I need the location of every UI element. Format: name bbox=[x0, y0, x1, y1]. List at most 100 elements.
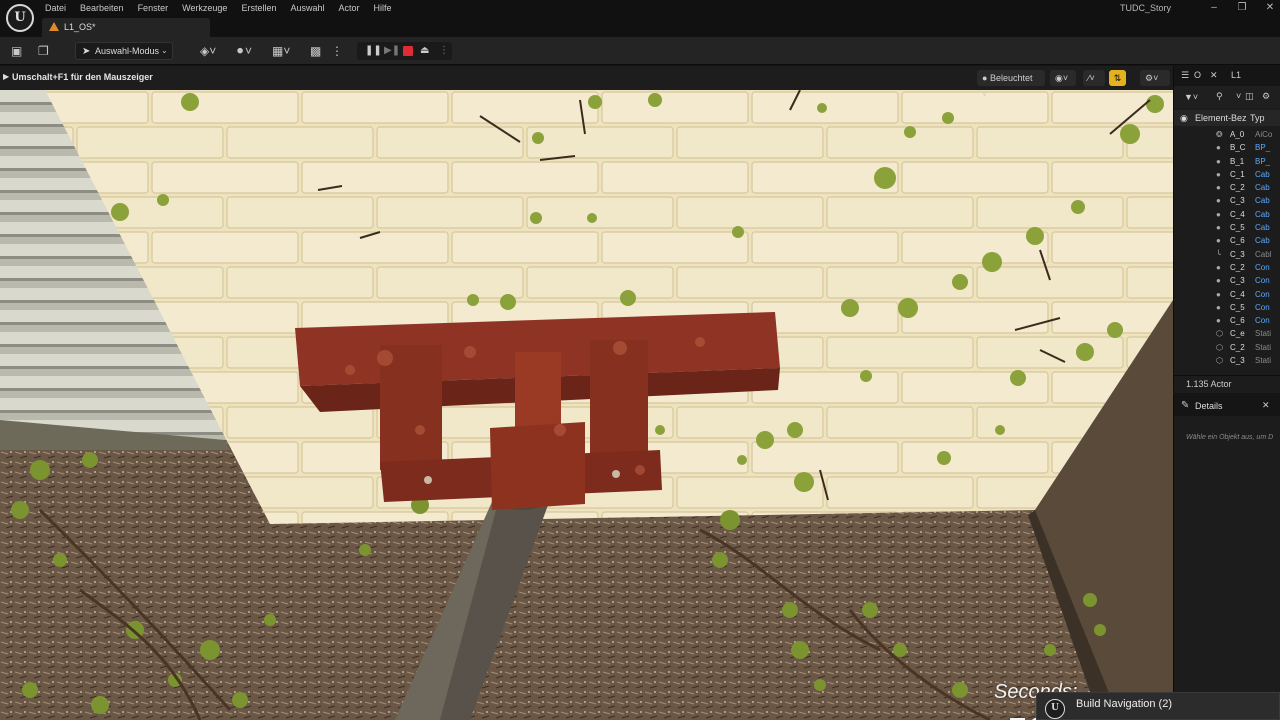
outliner-row-type[interactable]: Cab bbox=[1255, 168, 1270, 181]
unreal-logo-icon[interactable]: U bbox=[6, 4, 34, 32]
tab-outliner[interactable]: O bbox=[1194, 70, 1201, 80]
outliner-row-type[interactable]: Con bbox=[1255, 288, 1270, 301]
play-options-icon[interactable]: ⋮ bbox=[439, 45, 449, 57]
lighting-mode-button[interactable]: ● Beleuchtet ˅ bbox=[977, 70, 1045, 99]
outliner-row-type[interactable]: Cab bbox=[1255, 221, 1270, 234]
outliner-row[interactable]: ● C_2 Con bbox=[1174, 261, 1280, 274]
tab-level[interactable]: L1_OS* bbox=[42, 18, 210, 37]
outliner-row[interactable]: ● C_3 Cab bbox=[1174, 194, 1280, 207]
gear-icon: ⚙˅ bbox=[1145, 73, 1159, 83]
sphere-icon: ● bbox=[1216, 143, 1221, 153]
outliner-row-name: A_0 bbox=[1230, 130, 1245, 139]
outliner-row[interactable]: ● C_6 Cab bbox=[1174, 234, 1280, 247]
close-icon[interactable]: ✕ bbox=[1210, 70, 1218, 81]
outliner-list: ❂ A_0 AiCo ● B_C BP_ ● B_1 BP_ ● C_1 Cab ● C_2 Cab ● C_3… bbox=[1174, 128, 1280, 367]
outliner-row[interactable]: ● C_5 Cab bbox=[1174, 221, 1280, 234]
content-browser-icon[interactable]: ❐ bbox=[38, 44, 49, 58]
outliner-row[interactable]: ╰ C_3 Cabl bbox=[1174, 248, 1280, 261]
outliner-row[interactable]: ● C_1 Cab bbox=[1174, 168, 1280, 181]
outliner-row-type[interactable]: BP_ bbox=[1255, 141, 1270, 154]
save-icon[interactable]: ▣ bbox=[11, 44, 22, 58]
column-type-header[interactable]: Typ bbox=[1250, 113, 1265, 123]
pause-icon[interactable]: ❚❚ bbox=[365, 45, 382, 57]
snap-icon: ⇅ bbox=[1113, 73, 1122, 83]
transform-tools-button[interactable]: ∕˅ bbox=[1083, 70, 1105, 86]
mode-dropdown-label: Auswahl-Modus bbox=[95, 46, 160, 56]
outliner-row[interactable]: ● C_3 Con bbox=[1174, 274, 1280, 287]
outliner-tab-icon[interactable]: ☰ bbox=[1181, 70, 1189, 81]
outliner-row-type[interactable]: Cab bbox=[1255, 194, 1270, 207]
maximize-button[interactable]: ❐ bbox=[1228, 0, 1256, 17]
outliner-row[interactable]: ⬡ C_e Stati bbox=[1174, 327, 1280, 340]
search-icon[interactable]: ⚲ bbox=[1216, 91, 1223, 102]
outliner-row-name: C_4 bbox=[1230, 209, 1245, 219]
cinematics-icon[interactable]: ▦˅ bbox=[272, 44, 290, 58]
outliner-row-type: AiCo bbox=[1255, 130, 1273, 139]
outliner-row[interactable]: ● C_5 Con bbox=[1174, 301, 1280, 314]
outliner-row[interactable]: ⬡ C_3 Stati bbox=[1174, 354, 1280, 367]
close-window-button[interactable]: ✕ bbox=[1256, 0, 1280, 17]
menu-werkzeuge[interactable]: Werkzeuge bbox=[182, 2, 233, 14]
outliner-row[interactable]: ⬡ C_2 Stati bbox=[1174, 341, 1280, 354]
main-menu: Datei Bearbeiten Fenster Werkzeuge Erstellen… bbox=[45, 2, 406, 14]
sphere-icon: ● bbox=[1216, 183, 1221, 193]
outliner-row-type[interactable]: Con bbox=[1255, 314, 1270, 327]
lit-sphere-icon: ● bbox=[982, 73, 988, 83]
outliner-row[interactable]: ● C_4 Con bbox=[1174, 288, 1280, 301]
outliner-row-type[interactable]: Cab bbox=[1255, 234, 1270, 247]
menu-actor[interactable]: Actor bbox=[338, 2, 365, 14]
outliner-row[interactable]: ● B_C BP_ bbox=[1174, 141, 1280, 154]
viewport-settings-button[interactable]: ⚙˅ bbox=[1140, 70, 1170, 86]
eject-icon[interactable]: ⏏ bbox=[420, 45, 429, 57]
outliner-row-name: C_2 bbox=[1230, 262, 1245, 272]
add-content-icon[interactable]: ◈˅ bbox=[200, 44, 216, 58]
outliner-row-type[interactable]: Cab bbox=[1255, 208, 1270, 221]
menu-bearbeiten[interactable]: Bearbeiten bbox=[80, 2, 130, 14]
gear-icon[interactable]: ⚙ bbox=[1262, 91, 1270, 102]
outliner-row-type[interactable]: Con bbox=[1255, 261, 1270, 274]
viewport-hint: Umschalt+F1 für den Mauszeiger bbox=[12, 72, 153, 82]
outliner-row-type[interactable]: Cab bbox=[1255, 181, 1270, 194]
details-tab[interactable]: ✎ Details ✕ bbox=[1174, 396, 1280, 416]
column-name-header[interactable]: Element-Bez bbox=[1195, 113, 1247, 123]
sphere-icon: ● bbox=[1216, 223, 1221, 233]
close-icon[interactable]: ✕ bbox=[1262, 400, 1270, 411]
more-options-icon[interactable]: ⋮ bbox=[331, 44, 343, 58]
step-icon[interactable]: ▶❚ bbox=[384, 45, 400, 57]
outliner-row-type[interactable]: Con bbox=[1255, 274, 1270, 287]
level-viewport[interactable]: ▶ Umschalt+F1 für den Mauszeiger ● Beleu… bbox=[0, 66, 1173, 720]
menu-datei[interactable]: Datei bbox=[45, 2, 72, 14]
build-icon[interactable]: ▩ bbox=[310, 44, 321, 58]
build-navigation-notification[interactable]: U Build Navigation (2) bbox=[1036, 692, 1280, 720]
show-flags-button[interactable]: ◉˅ bbox=[1050, 70, 1076, 86]
brush-icon: ∕˅ bbox=[1088, 73, 1095, 83]
tab-levels[interactable]: L1 bbox=[1231, 70, 1241, 80]
menu-fenster[interactable]: Fenster bbox=[138, 2, 175, 14]
visibility-eye-icon[interactable]: ◉ bbox=[1180, 113, 1188, 124]
stop-icon[interactable] bbox=[403, 46, 413, 56]
outliner-row[interactable]: ❂ A_0 AiCo bbox=[1174, 128, 1280, 141]
outliner-row-type[interactable]: BP_ bbox=[1255, 155, 1270, 168]
minimize-button[interactable]: – bbox=[1200, 0, 1228, 17]
blueprint-icon[interactable]: ⚫˅ bbox=[235, 44, 252, 58]
chevron-down-icon[interactable]: ˅ bbox=[1236, 91, 1241, 101]
outliner-row[interactable]: ● C_6 Con bbox=[1174, 314, 1280, 327]
viewport-toolbar: ▶ Umschalt+F1 für den Mauszeiger ● Beleu… bbox=[0, 66, 1173, 99]
menu-hilfe[interactable]: Hilfe bbox=[374, 2, 398, 14]
mode-dropdown[interactable]: ➤ Auswahl-Modus ⌄ bbox=[75, 42, 173, 60]
outliner-row[interactable]: ● B_1 BP_ bbox=[1174, 155, 1280, 168]
menu-auswahl[interactable]: Auswahl bbox=[290, 2, 330, 14]
outliner-row[interactable]: ● C_2 Cab bbox=[1174, 181, 1280, 194]
filter-icon[interactable]: ▼˅ bbox=[1184, 92, 1198, 102]
main-toolbar: ▣ ❐ ➤ Auswahl-Modus ⌄ ◈˅ ⚫˅ ▦˅ ▩ ⋮ ❚❚ ▶❚… bbox=[0, 37, 1280, 65]
outliner-row-type[interactable]: Con bbox=[1255, 301, 1270, 314]
snap-toggle-button[interactable]: ⇅ bbox=[1109, 70, 1126, 86]
menu-erstellen[interactable]: Erstellen bbox=[241, 2, 282, 14]
add-folder-icon[interactable]: ◫ bbox=[1245, 91, 1254, 102]
menu-bar: Datei Bearbeiten Fenster Werkzeuge Erstellen… bbox=[0, 0, 1280, 17]
outliner-row-name: C_3 bbox=[1230, 196, 1245, 206]
viewport-menu-icon[interactable]: ▶ bbox=[3, 72, 9, 81]
outliner-row[interactable]: ● C_4 Cab bbox=[1174, 208, 1280, 221]
sphere-icon: ● bbox=[1216, 169, 1221, 179]
sphere-icon: ● bbox=[1216, 276, 1221, 286]
